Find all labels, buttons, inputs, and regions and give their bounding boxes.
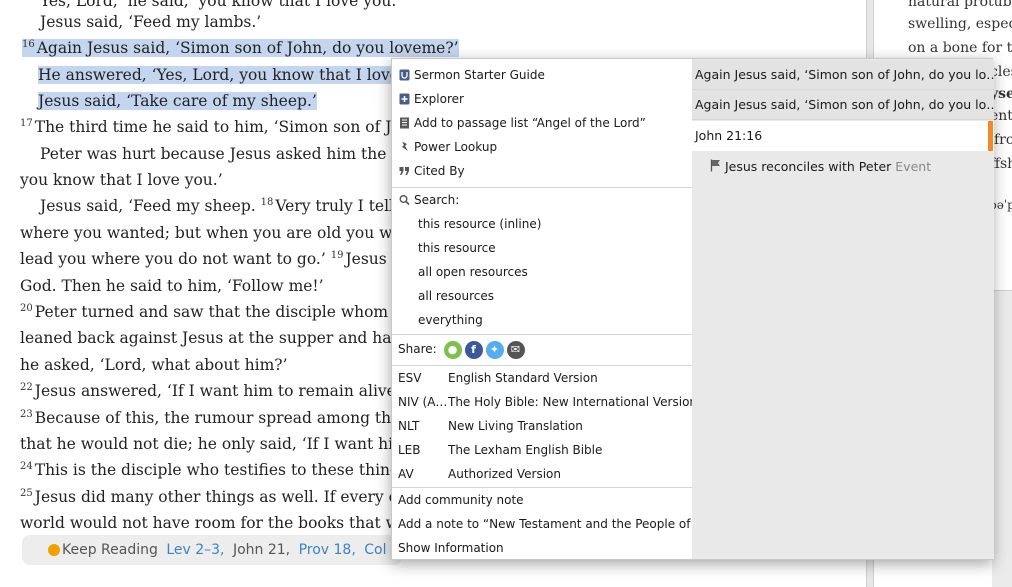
keep-reading-ref[interactable]: John 21, xyxy=(233,542,290,558)
resource-text-line: natural protub xyxy=(908,0,1012,10)
verse-number[interactable]: 19 xyxy=(331,250,344,261)
verse-text: God. Then he said to him, ‘Follow me!’ xyxy=(20,277,324,295)
search-option-all-resources[interactable]: all resources xyxy=(392,284,692,308)
menu-search-header: Search: xyxy=(392,188,692,212)
search-label: Search: xyxy=(414,193,460,207)
passage-list-icon xyxy=(400,117,409,129)
menu-item-label: Cited By xyxy=(414,164,465,178)
resource-text-line: fro xyxy=(994,132,1012,148)
version-abbr: AV xyxy=(398,467,414,481)
version-abbr: ESV xyxy=(398,371,422,385)
add-note-to-notebook-item[interactable]: Add a note to “New Testament and the Peo… xyxy=(392,512,725,536)
menu-item-label: Sermon Starter Guide xyxy=(414,68,545,82)
menu-item-label: Power Lookup xyxy=(414,140,498,154)
twitter-icon[interactable]: ✦ xyxy=(485,340,504,359)
selected-indicator xyxy=(988,121,993,151)
menu-item-label: Explorer xyxy=(414,92,464,106)
version-name: New Living Translation xyxy=(448,419,583,433)
verse-text: Jesus said, ‘Take care of my sheep.’ xyxy=(38,92,317,110)
event-item[interactable]: Jesus reconciles with Peter Event xyxy=(710,159,931,174)
search-option-everything[interactable]: everything xyxy=(392,308,692,332)
faithlife-icon[interactable]: ● xyxy=(443,340,462,359)
version-item-av[interactable]: AV Authorized Version xyxy=(392,462,692,486)
share-label: Share: xyxy=(398,342,437,356)
keep-reading-dot-icon xyxy=(48,544,60,556)
context-menu: Sermon Starter Guide Explorer Add to pas… xyxy=(391,58,994,560)
verse-line: Jesus said, ‘Feed my lambs.’ xyxy=(40,13,261,31)
menu-item-cited-by[interactable]: Cited By xyxy=(392,159,692,183)
verse-line: He answered, ‘Yes, Lord, you know that I… xyxy=(38,66,442,84)
keep-reading-bar[interactable]: Keep Reading Lev 2–3, John 21, Prov 18, … xyxy=(22,535,402,565)
pane-scroll-region[interactable] xyxy=(992,290,1012,587)
verse-text: lead you where you do not want to go.’ xyxy=(20,250,331,269)
menu-divider xyxy=(392,334,692,335)
verse-text: He answered, ‘Yes, Lord, you know that I… xyxy=(38,66,442,84)
event-type: Event xyxy=(895,159,932,174)
context-menu-actions: Sermon Starter Guide Explorer Add to pas… xyxy=(392,59,725,560)
menu-item-add-to-passage-list[interactable]: Add to passage list “Angel of the Lord” xyxy=(392,111,692,135)
resource-text-line: swelling, espec xyxy=(908,16,1012,32)
search-option-this-resource-inline[interactable]: this resource (inline) xyxy=(392,212,692,236)
verse-number[interactable]: 18 xyxy=(261,197,274,208)
verse-number[interactable]: 20 xyxy=(20,303,33,314)
version-abbr: NIV (A… xyxy=(398,395,448,409)
show-information-item[interactable]: Show Information xyxy=(392,536,692,560)
version-abbr: NLT xyxy=(398,419,420,433)
version-item-esv[interactable]: ESV English Standard Version xyxy=(392,366,692,390)
verse-number[interactable]: 17 xyxy=(20,118,33,129)
power-lookup-icon xyxy=(402,141,408,151)
context-menu-selection-panel: Again Jesus said, ‘Simon son of John, do… xyxy=(692,59,994,559)
menu-item-sermon-starter-guide[interactable]: Sermon Starter Guide xyxy=(392,63,692,87)
verse-line: God. Then he said to him, ‘Follow me!’ xyxy=(20,277,324,295)
version-name: Authorized Version xyxy=(448,467,561,481)
keep-reading-ref[interactable]: Lev 2–3, xyxy=(166,542,224,558)
email-icon[interactable]: ✉ xyxy=(506,340,525,359)
flag-icon xyxy=(710,159,720,172)
version-name: English Standard Version xyxy=(448,371,598,385)
cited-by-icon xyxy=(399,167,409,175)
verse-text: Jesus said, ‘Feed my lambs.’ xyxy=(40,13,262,31)
version-abbr: LEB xyxy=(398,443,421,457)
verse-number[interactable]: 16 xyxy=(22,39,35,50)
verse-text: you know that I love you.’ xyxy=(20,171,223,189)
share-row: Share: ● f ✦ ✉ xyxy=(392,337,692,361)
selection-text-row[interactable]: Again Jesus said, ‘Simon son of John, do… xyxy=(692,60,994,90)
verse-line: you know that I love you.’ xyxy=(20,171,223,189)
verse-number[interactable]: 23 xyxy=(20,409,33,420)
verse-text: he asked, ‘Lord, what about him?’ xyxy=(20,356,288,374)
version-name: The Lexham English Bible xyxy=(448,443,603,457)
version-item-niv[interactable]: NIV (A… The Holy Bible: New Internationa… xyxy=(392,390,709,414)
version-item-nlt[interactable]: NLT New Living Translation xyxy=(392,414,692,438)
verse-number[interactable]: 24 xyxy=(20,461,33,472)
menu-item-label: Add to passage list “Angel of the Lord” xyxy=(414,116,646,130)
keep-reading-label: Keep Reading xyxy=(62,542,158,558)
verse-line: Yes, Lord,’ he said, ‘you know that I lo… xyxy=(40,0,401,10)
verse-text: Yes, Lord,’ he said, ‘you know that I lo… xyxy=(40,0,402,10)
verse-text: Again Jesus said, ‘Simon son of John, do… xyxy=(36,39,459,58)
selection-reference-row[interactable]: John 21:16 xyxy=(692,121,994,151)
version-item-leb[interactable]: LEB The Lexham English Bible xyxy=(392,438,692,462)
verse-line: 16 Again Jesus said, ‘Simon son of John, … xyxy=(22,39,459,58)
event-label: Jesus reconciles with Peter xyxy=(725,159,892,174)
verse-number[interactable]: 22 xyxy=(20,382,33,393)
keep-reading-ref[interactable]: Prov 18, xyxy=(299,542,356,558)
search-option-all-open-resources[interactable]: all open resources xyxy=(392,260,692,284)
menu-item-explorer[interactable]: Explorer xyxy=(392,87,692,111)
verse-line: Jesus said, ‘Take care of my sheep.’ xyxy=(38,92,317,110)
verse-text: Jesus said, ‘Feed my sheep. xyxy=(40,197,261,216)
explorer-icon xyxy=(399,93,410,105)
menu-item-power-lookup[interactable]: Power Lookup xyxy=(392,135,692,159)
guide-icon xyxy=(399,69,410,81)
version-name: The Holy Bible: New International Versio… xyxy=(448,395,710,409)
search-option-this-resource[interactable]: this resource xyxy=(392,236,692,260)
verse-line: he asked, ‘Lord, what about him?’ xyxy=(20,356,288,374)
search-icon xyxy=(399,195,410,206)
resource-text-line: on a bone for t xyxy=(908,40,1012,56)
verse-number[interactable]: 25 xyxy=(20,488,33,499)
selection-text-row[interactable]: Again Jesus said, ‘Simon son of John, do… xyxy=(692,90,994,120)
add-community-note-item[interactable]: Add community note xyxy=(392,488,692,512)
facebook-icon[interactable]: f xyxy=(464,340,483,359)
